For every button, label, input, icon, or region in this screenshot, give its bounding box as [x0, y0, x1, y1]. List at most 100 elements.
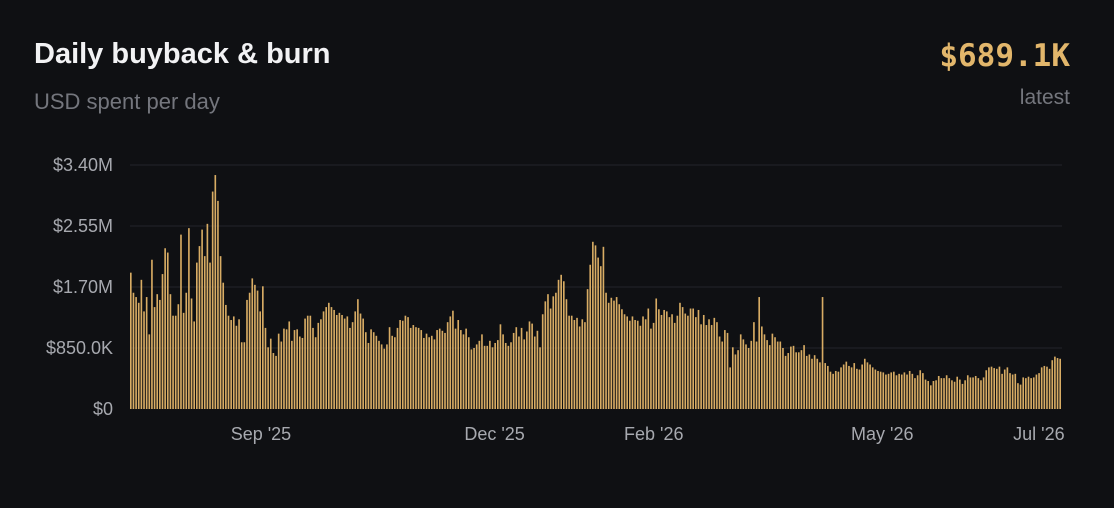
bar: [140, 279, 143, 409]
bar: [903, 372, 906, 409]
bar: [549, 308, 552, 409]
y-tick-label: $0: [93, 399, 113, 419]
bar: [489, 340, 491, 409]
bar: [283, 328, 285, 409]
bar: [496, 340, 499, 409]
bar: [304, 318, 306, 409]
bar: [750, 340, 753, 409]
bar: [499, 324, 502, 409]
bar: [708, 319, 710, 409]
bar: [959, 379, 961, 409]
bar: [650, 328, 652, 409]
bar: [378, 340, 380, 409]
bar: [372, 332, 375, 409]
bar: [718, 336, 721, 409]
bar: [143, 311, 145, 409]
bar: [705, 325, 708, 409]
bar: [990, 366, 993, 409]
bar: [1056, 358, 1059, 409]
bar: [695, 317, 697, 409]
bar: [251, 278, 254, 409]
bar: [1017, 383, 1019, 409]
bar: [805, 355, 808, 409]
bar: [885, 374, 887, 409]
bar: [430, 335, 433, 409]
bar: [185, 292, 188, 409]
bar: [626, 316, 628, 409]
bar: [602, 246, 605, 409]
bar: [293, 330, 296, 409]
bar: [713, 317, 716, 409]
x-axis-ticks: Sep '25 Dec '25 Feb '26 May '26 Jul '26: [231, 424, 1065, 444]
bar: [943, 378, 945, 409]
bar: [824, 363, 827, 409]
bar: [982, 377, 985, 409]
bar: [1025, 378, 1027, 409]
bar: [1054, 356, 1056, 409]
bar: [586, 289, 589, 409]
bar: [470, 349, 473, 409]
bar: [330, 307, 333, 409]
bar: [1051, 360, 1054, 409]
bar: [130, 272, 132, 409]
bar: [935, 380, 937, 409]
bar: [1027, 376, 1030, 409]
bar: [190, 298, 193, 409]
bar: [309, 315, 312, 409]
bar: [776, 341, 779, 409]
bar: [528, 321, 531, 409]
bar: [206, 223, 209, 409]
bar: [914, 378, 916, 409]
bar: [895, 375, 898, 409]
bar: [863, 358, 866, 409]
bar: [893, 371, 895, 409]
bar: [969, 377, 972, 409]
bar: [467, 337, 470, 409]
bar: [399, 320, 401, 409]
bar: [491, 347, 494, 409]
bar: [151, 259, 153, 409]
bar: [755, 341, 758, 409]
bar: [269, 338, 272, 409]
bar: [291, 340, 293, 409]
bar: [663, 309, 665, 409]
bar: [214, 175, 217, 409]
bar: [523, 339, 526, 409]
bar: [919, 370, 922, 409]
bar: [475, 344, 478, 409]
bar: [267, 347, 269, 409]
bar: [465, 328, 467, 409]
bar: [734, 354, 737, 409]
bar: [811, 358, 813, 409]
bar: [562, 281, 565, 409]
bar: [161, 274, 164, 409]
bar: [166, 252, 169, 409]
bar: [774, 337, 776, 409]
bar: [742, 339, 745, 409]
x-tick-label: Sep '25: [231, 424, 292, 444]
bar: [980, 380, 982, 409]
bar: [452, 310, 454, 409]
bar: [974, 375, 977, 409]
bar: [673, 322, 676, 409]
bar: [731, 347, 734, 409]
bar: [388, 327, 391, 409]
bar: [800, 350, 803, 409]
bar: [544, 301, 547, 409]
bar: [211, 191, 214, 409]
bar: [856, 368, 858, 409]
bar: [792, 345, 795, 409]
bar: [386, 344, 388, 409]
bar: [787, 353, 790, 409]
bar: [993, 368, 995, 409]
bar: [335, 314, 338, 409]
bar: [565, 299, 568, 409]
bar: [1019, 384, 1022, 409]
bar: [203, 256, 206, 409]
bar: [357, 299, 359, 409]
bar: [533, 336, 536, 409]
bar: [198, 246, 201, 409]
bar: [581, 319, 584, 409]
bar: [922, 373, 924, 409]
bar: [557, 279, 560, 409]
